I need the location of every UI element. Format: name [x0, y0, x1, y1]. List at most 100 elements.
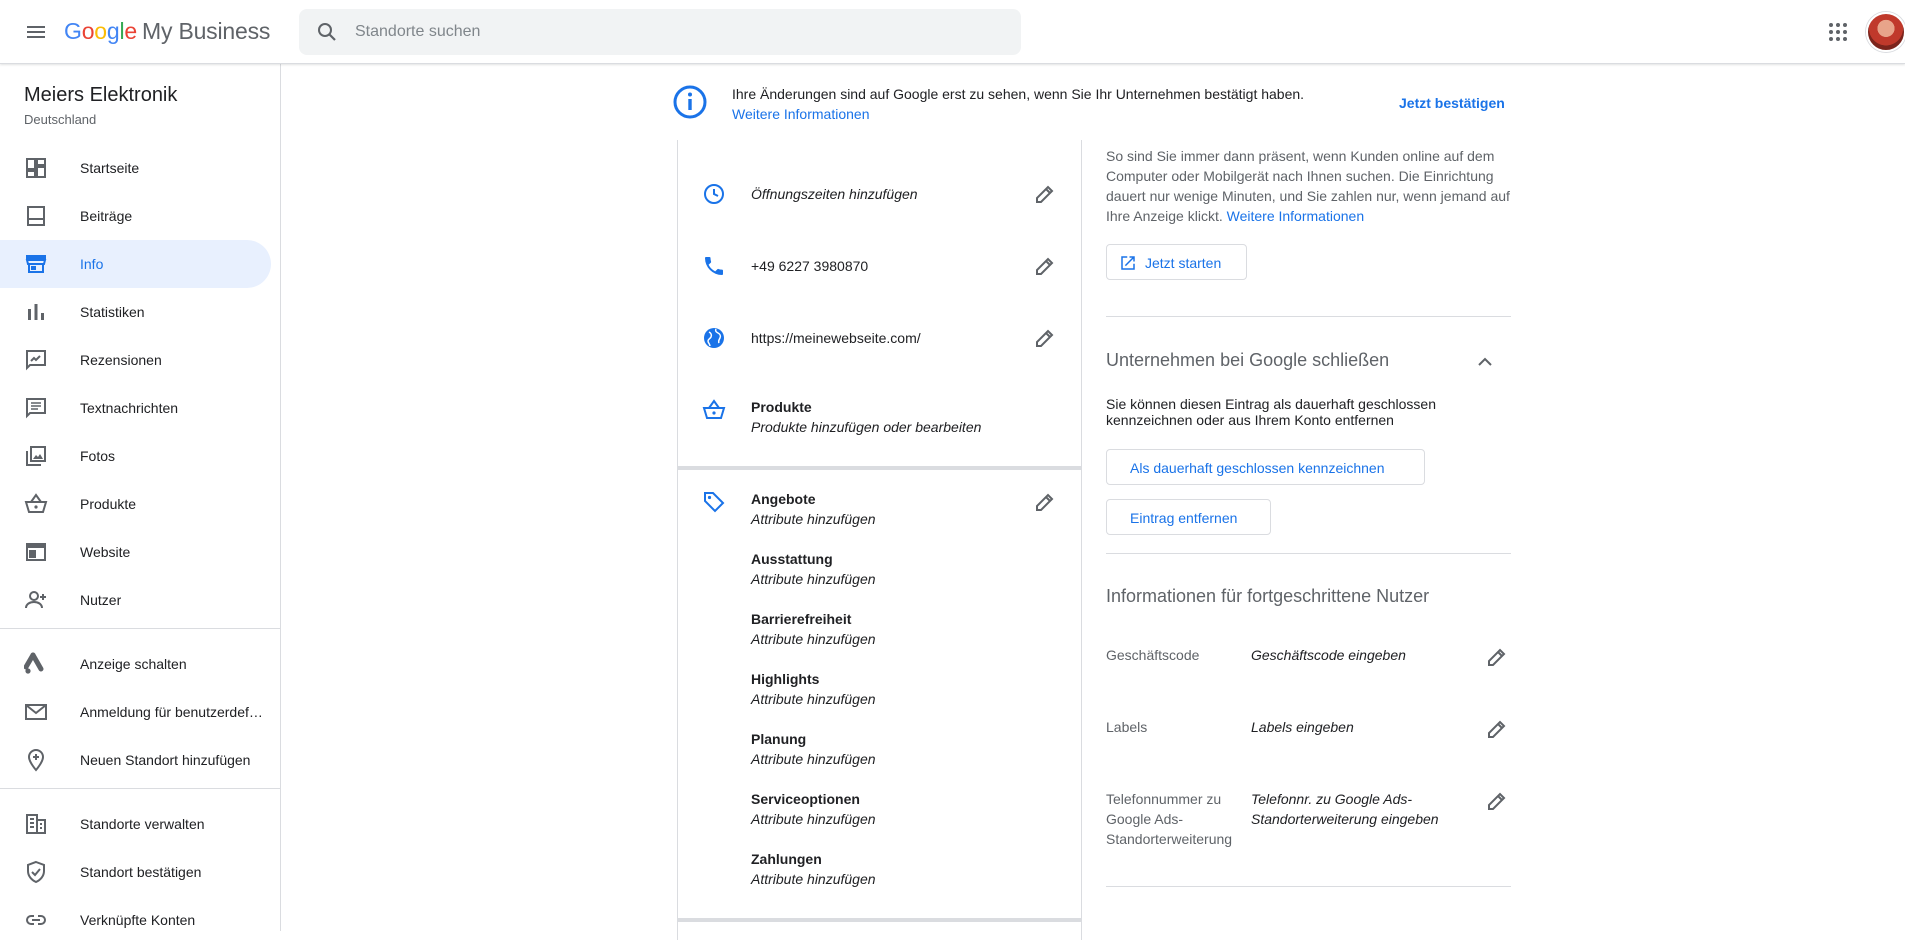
basket-icon [24, 492, 48, 516]
sidebar-item-label: Startseite [80, 160, 140, 176]
ads-phone-row[interactable]: Telefonnummer zu Google Ads-Standorterwe… [1106, 789, 1511, 849]
add-location-icon [24, 748, 48, 772]
remove-listing-label: Eintrag entfernen [1130, 510, 1238, 526]
account-avatar[interactable] [1866, 12, 1905, 52]
sidebar-item-label: Nutzer [80, 592, 122, 608]
sidebar-item-standorte-verwalten[interactable]: Standorte verwalten [0, 800, 271, 848]
info-icon [672, 84, 708, 120]
edit-pencil-icon[interactable] [1485, 717, 1509, 741]
business-country: Deutschland [24, 112, 97, 127]
sidebar-item-label: Info [80, 256, 104, 272]
menu-icon[interactable] [24, 20, 48, 44]
attribute-title: Barrierefreiheit [751, 611, 852, 627]
attribute-title: Highlights [751, 671, 820, 687]
google-ads-icon [23, 652, 48, 676]
photos-icon [24, 444, 48, 468]
edit-pencil-icon[interactable] [1033, 326, 1057, 350]
sidebar-item-fotos[interactable]: Fotos [0, 432, 271, 480]
search-icon[interactable] [315, 20, 339, 44]
products-row[interactable]: Produkte Produkte hinzufügen oder bearbe… [678, 396, 1081, 446]
apps-grid-icon[interactable] [1826, 20, 1850, 44]
panel-divider [1106, 886, 1511, 887]
open-in-new-icon [1119, 254, 1137, 275]
attribute-title: Zahlungen [751, 851, 822, 867]
sidebar: Meiers Elektronik Deutschland Startseite… [0, 64, 281, 931]
sidebar-item-rezensionen[interactable]: Rezensionen [0, 336, 271, 384]
hours-row[interactable]: Öffnungszeiten hinzufügen [678, 180, 1081, 220]
attribute-title: Angebote [751, 491, 816, 507]
labels-value: Labels eingeben [1251, 719, 1354, 735]
start-now-button[interactable]: Jetzt starten [1106, 244, 1247, 280]
sidebar-item-neuer-standort[interactable]: Neuen Standort hinzufügen [0, 736, 271, 784]
panel-divider [1106, 553, 1511, 554]
sidebar-item-verknuepfte-konten[interactable]: Verknüpfte Konten [0, 896, 271, 931]
hours-value: Öffnungszeiten hinzufügen [751, 186, 918, 202]
dashboard-icon [24, 156, 48, 180]
remove-listing-button[interactable]: Eintrag entfernen [1106, 499, 1271, 535]
attribute-row-ausstattung[interactable]: Ausstattung Attribute hinzufügen [678, 548, 1081, 592]
edit-pencil-icon[interactable] [1033, 254, 1057, 278]
website-value: https://meinewebseite.com/ [751, 330, 921, 346]
sidebar-item-label: Standort bestätigen [80, 864, 202, 880]
website-row[interactable]: https://meinewebseite.com/ [678, 324, 1081, 364]
attribute-row-highlights[interactable]: Highlights Attribute hinzufügen [678, 668, 1081, 712]
search-input[interactable] [355, 9, 995, 55]
sidebar-item-anzeige-schalten[interactable]: Anzeige schalten [0, 640, 271, 688]
posts-icon [24, 204, 48, 228]
chevron-up-icon[interactable] [1473, 350, 1497, 374]
sidebar-item-produkte[interactable]: Produkte [0, 480, 271, 528]
bar-chart-icon [24, 300, 48, 324]
sidebar-item-beitraege[interactable]: Beiträge [0, 192, 271, 240]
sidebar-item-label: Verknüpfte Konten [80, 912, 196, 928]
confirm-now-button[interactable]: Jetzt bestätigen [1399, 95, 1505, 111]
attribute-row-angebote[interactable]: Angebote Attribute hinzufügen [678, 488, 1081, 532]
edit-pencil-icon[interactable] [1485, 789, 1509, 813]
sidebar-item-startseite[interactable]: Startseite [0, 144, 271, 192]
attribute-row-serviceoptionen[interactable]: Serviceoptionen Attribute hinzufügen [678, 788, 1081, 832]
person-add-icon [24, 588, 48, 612]
card-section-divider [678, 466, 1081, 470]
products-title: Produkte [751, 399, 812, 415]
sidebar-item-label: Website [80, 544, 131, 560]
ads-phone-label: Telefonnummer zu Google Ads-Standorterwe… [1106, 791, 1233, 847]
sidebar-item-website[interactable]: Website [0, 528, 271, 576]
attribute-title: Serviceoptionen [751, 791, 860, 807]
sidebar-item-info[interactable]: Info [0, 240, 271, 288]
basket-icon [702, 398, 726, 422]
attribute-row-planung[interactable]: Planung Attribute hinzufügen [678, 728, 1081, 772]
sidebar-item-label: Fotos [80, 448, 116, 464]
advanced-info-title: Informationen für fortgeschrittene Nutze… [1106, 586, 1430, 606]
store-icon [24, 252, 48, 276]
phone-value: +49 6227 3980870 [751, 258, 869, 274]
sidebar-item-label: Anmeldung für benutzerdefinierte E-Mail-… [80, 704, 265, 720]
mark-permanently-closed-button[interactable]: Als dauerhaft geschlossen kennzeichnen [1106, 449, 1425, 485]
labels-row[interactable]: Labels Labels eingeben [1106, 717, 1511, 741]
sidebar-item-anmeldung-email[interactable]: Anmeldung für benutzerdefinierte E-Mail-… [0, 688, 271, 736]
attribute-row-barrierefreiheit[interactable]: Barrierefreiheit Attribute hinzufügen [678, 608, 1081, 652]
clock-icon [702, 182, 726, 206]
sidebar-item-label: Anzeige schalten [80, 656, 187, 672]
sidebar-item-label: Rezensionen [80, 352, 162, 368]
sidebar-item-nutzer[interactable]: Nutzer [0, 576, 271, 624]
edit-pencil-icon[interactable] [1033, 182, 1057, 206]
banner-more-info-link[interactable]: Weitere Informationen [732, 106, 869, 122]
location-search [299, 9, 1021, 55]
sidebar-item-label: Statistiken [80, 304, 145, 320]
google-my-business-logo[interactable]: Google My Business [64, 18, 270, 45]
sidebar-item-label: Standorte verwalten [80, 816, 205, 832]
labels-label: Labels [1106, 719, 1148, 735]
card-section-divider [678, 918, 1081, 922]
sidebar-item-textnachrichten[interactable]: Textnachrichten [0, 384, 271, 432]
edit-pencil-icon[interactable] [1033, 490, 1057, 514]
attribute-subtitle: Attribute hinzufügen [751, 871, 876, 887]
edit-pencil-icon[interactable] [1485, 645, 1509, 669]
phone-row[interactable]: +49 6227 3980870 [678, 252, 1081, 292]
sidebar-item-statistiken[interactable]: Statistiken [0, 288, 271, 336]
business-code-label: Geschäftscode [1106, 647, 1200, 663]
business-code-row[interactable]: Geschäftscode Geschäftscode eingeben [1106, 645, 1511, 669]
attribute-row-zahlungen[interactable]: Zahlungen Attribute hinzufügen [678, 848, 1081, 892]
sidebar-item-label: Produkte [80, 496, 137, 512]
sidebar-item-standort-bestaetigen[interactable]: Standort bestätigen [0, 848, 271, 896]
ads-more-info-link[interactable]: Weitere Informationen [1227, 208, 1364, 224]
attribute-subtitle: Attribute hinzufügen [751, 631, 876, 647]
